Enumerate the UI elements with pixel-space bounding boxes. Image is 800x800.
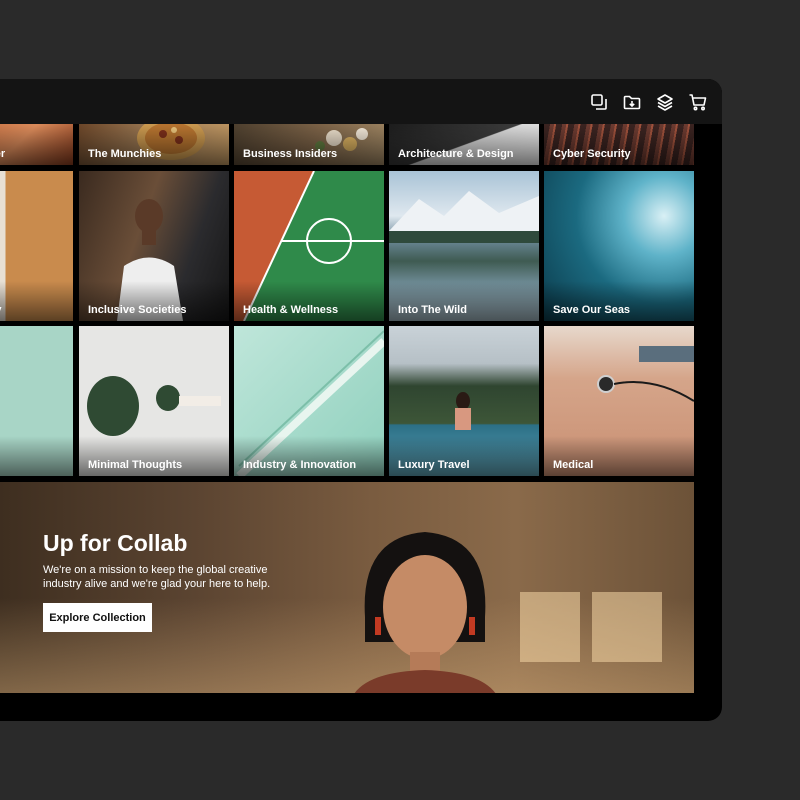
layers-icon[interactable]: [655, 92, 675, 112]
collection-label: Inclusive Societies: [88, 304, 187, 316]
collection-tile[interactable]: The Munchies: [79, 124, 229, 165]
collection-tile[interactable]: Architecture & Design: [389, 124, 539, 165]
collection-tile[interactable]: Industry & Innovation: [234, 326, 384, 476]
tile-shade: [0, 125, 73, 165]
collection-label: Architecture & Design: [398, 148, 514, 160]
collection-label: uty: [0, 304, 2, 316]
window-light: [520, 592, 580, 662]
copy-icon[interactable]: [589, 92, 609, 112]
collection-tile[interactable]: Health & Wellness: [234, 171, 384, 321]
folder-download-icon[interactable]: [622, 92, 642, 112]
promo-banner: Up for Collab We're on a mission to keep…: [0, 482, 694, 693]
window-light: [592, 592, 662, 662]
cart-icon[interactable]: [688, 92, 708, 112]
collection-tile[interactable]: Business Insiders: [234, 124, 384, 165]
tile-shade: [0, 436, 73, 476]
collection-tile[interactable]: uty: [0, 171, 73, 321]
collection-label: Medical: [553, 459, 594, 471]
explore-collection-button[interactable]: Explore Collection: [43, 603, 152, 632]
collection-tile[interactable]: Luxury Travel: [389, 326, 539, 476]
collection-tile[interactable]: ater: [0, 124, 73, 165]
top-bar: [0, 79, 722, 124]
collection-label: The Munchies: [88, 148, 162, 160]
collection-label: Save Our Seas: [553, 304, 631, 316]
collection-label: Health & Wellness: [243, 304, 339, 316]
app-window: ater The Munchies Business Insiders Arch…: [0, 79, 722, 721]
collection-tile[interactable]: Medical: [544, 326, 694, 476]
collection-tile[interactable]: Inclusive Societies: [79, 171, 229, 321]
collection-label: Into The Wild: [398, 304, 467, 316]
banner-title: Up for Collab: [43, 530, 188, 556]
collection-label: Luxury Travel: [398, 459, 470, 471]
collection-label: Business Insiders: [243, 148, 338, 160]
collection-label: Minimal Thoughts: [88, 459, 183, 471]
portrait-illustration: [354, 532, 496, 693]
toolbar: [589, 92, 708, 112]
collection-tile[interactable]: Minimal Thoughts: [79, 326, 229, 476]
collection-tile[interactable]: Cyber Security: [544, 124, 694, 165]
collection-label: Industry & Innovation: [243, 459, 357, 471]
collection-label: Cyber Security: [553, 148, 631, 160]
tile-shade: [0, 281, 73, 321]
collection-tile[interactable]: Save Our Seas: [544, 171, 694, 321]
collection-tile[interactable]: [0, 326, 73, 476]
collection-label: ater: [0, 148, 6, 160]
banner-description: We're on a mission to keep the global cr…: [43, 564, 271, 590]
collection-tile[interactable]: Into The Wild: [389, 171, 539, 321]
